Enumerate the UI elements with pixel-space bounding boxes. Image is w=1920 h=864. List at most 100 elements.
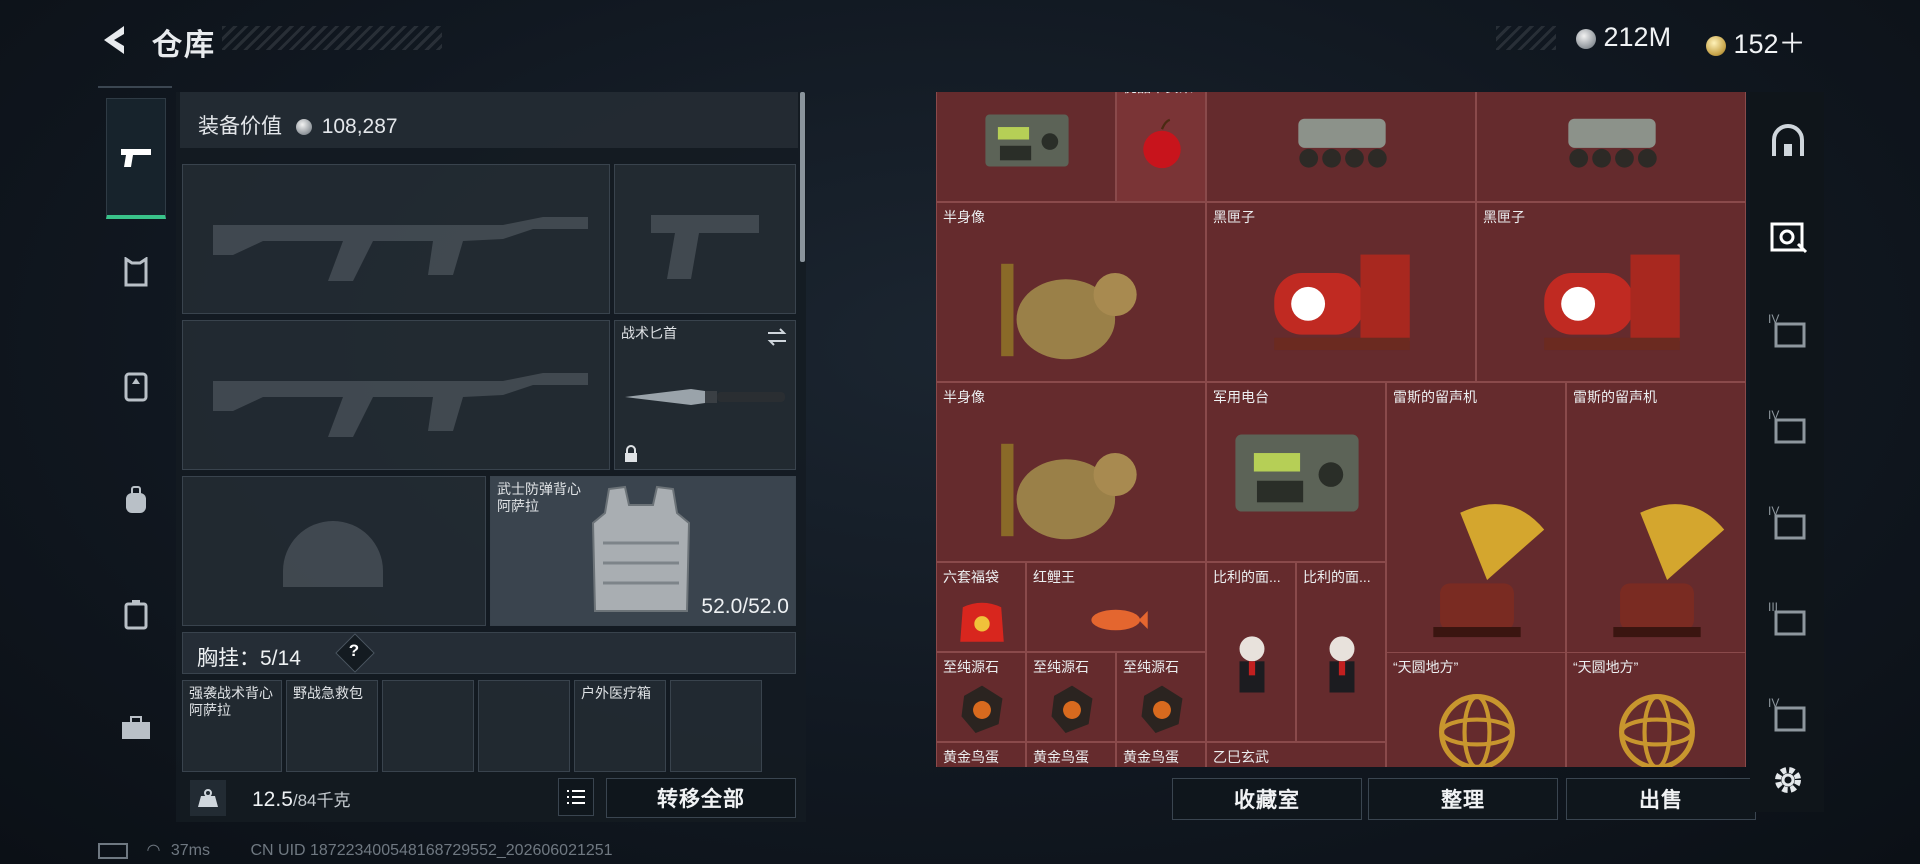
stash-tabs: IV IV IV III IV — [1750, 92, 1824, 812]
nav-weapons[interactable] — [106, 98, 166, 219]
stash-item-label: 乙巳玄武 — [1213, 749, 1269, 765]
stash-tab-2[interactable]: IV — [1768, 312, 1808, 352]
chest-item-label: 强袭战术背心 阿萨拉 — [189, 685, 273, 718]
uid-text: CN UID 18722340054816872955​2_2026060212… — [250, 842, 613, 859]
silver-amount: 212M — [1603, 22, 1672, 52]
knife-label: 战术匕首 — [621, 325, 677, 341]
stash-item-ore[interactable]: 至纯源石 — [936, 652, 1026, 742]
ore-icon — [961, 685, 1003, 734]
body-armor-icon — [124, 257, 148, 287]
stash-item-blackbox[interactable]: 黑匣子 — [1206, 202, 1476, 382]
stash-item-label: 优品平安果 — [1123, 92, 1193, 97]
stash-item-egg[interactable]: 黄金鸟蛋 — [1116, 742, 1206, 767]
stash-item-bust[interactable]: 半身像 — [936, 382, 1206, 562]
stash-item-turtle[interactable]: 乙巳玄武 — [1206, 742, 1386, 767]
chest-rig-slot[interactable]: 强袭战术背心 阿萨拉 — [182, 680, 282, 772]
organize-button[interactable]: 整理 — [1368, 778, 1558, 820]
chest-rig-bar[interactable]: 胸挂：5/14 ? — [182, 632, 796, 674]
silver-currency[interactable]: 212M — [1576, 22, 1671, 53]
nav-toolbox[interactable] — [108, 700, 164, 756]
stash-grid: 优品平安果半身像黑匣子黑匣子半身像军用电台雷斯的留声机雷斯的留声机六套福袋红鲤王… — [936, 92, 1746, 767]
equipment-value: 装备价值 108,287 — [198, 110, 398, 140]
chest-rig-icon — [124, 372, 148, 402]
helmet-silhouette-icon — [283, 521, 383, 587]
body-armor-slot[interactable]: 武士防弹背心 阿萨拉 52.0/52.0 — [490, 476, 796, 626]
page-title: 仓库 — [152, 29, 216, 62]
stash-item-fish[interactable]: 红鲤王 — [1026, 562, 1206, 652]
stash-tab-6[interactable]: IV — [1768, 696, 1808, 736]
radio-icon — [985, 114, 1069, 167]
stash-item-egg[interactable]: 黄金鸟蛋 — [1026, 742, 1116, 767]
stash-tab-3[interactable]: IV — [1768, 408, 1808, 448]
vehicle-icon — [1568, 118, 1657, 168]
stash-item-ore[interactable]: 至纯源石 — [1026, 652, 1116, 742]
tier-label: IV — [1768, 408, 1780, 422]
equipment-scrollbar[interactable] — [800, 92, 805, 262]
stash-tab-1[interactable] — [1768, 216, 1808, 256]
chest-rig-slot[interactable]: 户外医疗箱 — [574, 680, 666, 772]
transfer-all-button[interactable]: 转移全部 — [606, 778, 796, 818]
silver-coin-icon — [295, 119, 312, 136]
nav-safe-case[interactable] — [108, 586, 164, 642]
stash-item-label: 黄金鸟蛋 — [943, 749, 999, 765]
chest-rig-slot[interactable]: 野战急救包 — [286, 680, 378, 772]
chest-rig-slot[interactable] — [478, 680, 570, 772]
helmet-slot[interactable] — [182, 476, 486, 626]
battery-icon — [98, 842, 128, 859]
tier-label: IV — [1768, 312, 1780, 326]
body-armor-vest-icon — [591, 485, 691, 612]
nav-chest-rig[interactable] — [108, 358, 164, 414]
stash-item-label: 半身像 — [943, 209, 985, 225]
stash-item-label: 军用电台 — [1213, 389, 1269, 405]
nav-armor[interactable] — [108, 244, 164, 300]
gold-currency[interactable]: 152＋ — [1706, 22, 1806, 61]
stash-item-radio[interactable]: 军用电台 — [1206, 382, 1386, 562]
weight-icon — [190, 780, 226, 816]
collection-room-button[interactable]: 收藏室 — [1172, 778, 1362, 820]
apple-icon — [1143, 118, 1181, 169]
sell-button[interactable]: 出售 — [1566, 778, 1756, 820]
primary-weapon-slot[interactable] — [182, 164, 610, 314]
pistol-icon — [121, 149, 151, 167]
stash-item-puppet[interactable]: 比利的面... — [1206, 562, 1296, 742]
stash-item-label: “天圆地方” — [1573, 659, 1639, 675]
stash-item-armillary[interactable]: “天圆地方” — [1386, 652, 1566, 767]
melee-slot[interactable]: 战术匕首 — [614, 320, 796, 470]
list-view-button[interactable] — [558, 778, 594, 816]
stash-home-tab[interactable] — [1768, 122, 1808, 162]
chest-rig-slot[interactable] — [382, 680, 474, 772]
chest-rig-capacity: 胸挂：5/14 — [197, 647, 301, 670]
stash-item-egg[interactable]: 黄金鸟蛋 — [936, 742, 1026, 767]
stash-tab-4[interactable]: IV — [1768, 504, 1808, 544]
stash-item-radio[interactable] — [936, 92, 1116, 202]
equipment-value-label: 装备价值 — [198, 115, 282, 138]
chest-help-label: ? — [348, 641, 360, 660]
swap-icon[interactable] — [765, 327, 789, 347]
stash-item-vehicle[interactable] — [1476, 92, 1746, 202]
luckybag-icon — [960, 602, 1004, 642]
stash-item-bust[interactable]: 半身像 — [936, 202, 1206, 382]
pistol-slot[interactable] — [614, 164, 796, 314]
weight-max: /84千克 — [292, 791, 351, 810]
ore-icon — [1051, 685, 1093, 734]
secondary-weapon-slot[interactable] — [182, 320, 610, 470]
backpack-icon — [126, 486, 146, 513]
stash-item-ore[interactable]: 至纯源石 — [1116, 652, 1206, 742]
settings-button[interactable] — [1768, 760, 1808, 800]
tier-label: IV — [1768, 504, 1780, 518]
vehicle-icon — [1298, 118, 1387, 168]
stash-item-luckybag[interactable]: 六套福袋 — [936, 562, 1026, 652]
chest-rig-slot[interactable] — [670, 680, 762, 772]
nav-backpack[interactable] — [108, 472, 164, 528]
stash-item-armillary[interactable]: “天圆地方” — [1566, 652, 1746, 767]
toolbox-icon — [122, 716, 150, 739]
stash-item-puppet[interactable]: 比利的面... — [1296, 562, 1386, 742]
stash-item-vehicle[interactable] — [1206, 92, 1476, 202]
stash-item-blackbox[interactable]: 黑匣子 — [1476, 202, 1746, 382]
gold-amount: 152＋ — [1733, 29, 1806, 59]
stash-tab-5[interactable]: III — [1768, 600, 1808, 640]
back-arrow-icon[interactable] — [98, 22, 130, 58]
bust-icon — [1001, 443, 1137, 539]
fish-icon — [1091, 609, 1148, 631]
stash-item-apple[interactable]: 优品平安果 — [1116, 92, 1206, 202]
